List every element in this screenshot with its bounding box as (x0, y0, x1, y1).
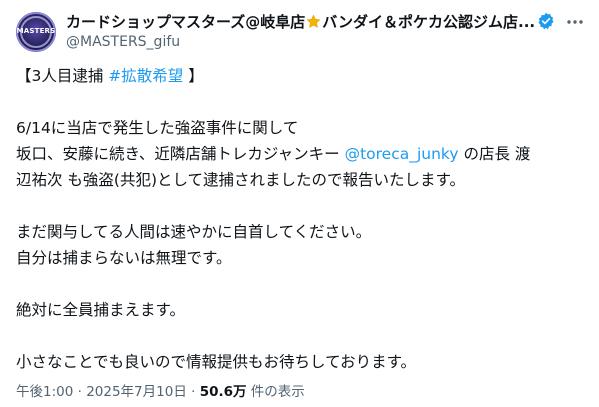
more-options-icon[interactable] (565, 13, 585, 31)
post-line-text: 坂口、安藤に続き、近隣店舗トレカジャンキー (16, 145, 345, 163)
meta-separator: · (186, 384, 200, 400)
post-line: 小さなことでも良いので情報提供もお待ちしております。 (16, 353, 417, 371)
post-line-text: 】 (183, 67, 204, 85)
display-name[interactable]: カードショップマスターズ@岐阜店 バンダイ＆ポケカ公認ジム店... (66, 11, 535, 32)
post-line: 坂口、安藤に続き、近隣店舗トレカジャンキー @toreca_junky の店長 … (16, 141, 584, 167)
mention-link[interactable]: @toreca_junky (345, 145, 459, 163)
post-line-text: 【3人目逮捕 (16, 67, 109, 85)
star-icon (306, 14, 321, 28)
post-line: 絶対に全員捕まえます。 (16, 301, 185, 319)
verified-badge-icon (538, 12, 554, 30)
display-name-part1: カードショップマスターズ@岐阜店 (66, 13, 306, 31)
views-count: 50.6万 (199, 384, 247, 400)
avatar[interactable]: MASTERS (16, 12, 56, 52)
post-line: 自分は捕まらないは無理です。 (16, 249, 232, 267)
post-meta: 午後1:00 · 2025年7月10日 · 50.6万 件の表示 (16, 380, 305, 400)
post-time[interactable]: 午後1:00 (16, 384, 73, 400)
post-line: 辺祐次 も強盗(共犯)として逮捕されましたので報告いたします。 (16, 171, 466, 189)
post-line: 【3人目逮捕 #拡散希望 】 (16, 63, 584, 89)
views-label: 件の表示 (246, 384, 305, 400)
post-line: まだ関与してる人間は速やかに自首してください。 (16, 223, 372, 241)
meta-separator: · (73, 384, 87, 400)
display-name-part2: バンダイ＆ポケカ公認ジム店... (322, 13, 536, 31)
post-date[interactable]: 2025年7月10日 (86, 384, 187, 400)
post-text: 【3人目逮捕 #拡散希望 】 6/14に当店で発生した強盗事件に関して 坂口、安… (16, 63, 584, 375)
hashtag-link[interactable]: #拡散希望 (108, 67, 183, 85)
post-header: MASTERS カードショップマスターズ@岐阜店 バンダイ＆ポケカ公認ジム店...… (0, 0, 599, 60)
avatar-logo-text: MASTERS (16, 27, 56, 35)
post-line-text: の店長 渡 (458, 145, 531, 163)
post-line: 6/14に当店で発生した強盗事件に関して (16, 119, 299, 137)
author-handle[interactable]: @MASTERS_gifu (66, 34, 180, 50)
